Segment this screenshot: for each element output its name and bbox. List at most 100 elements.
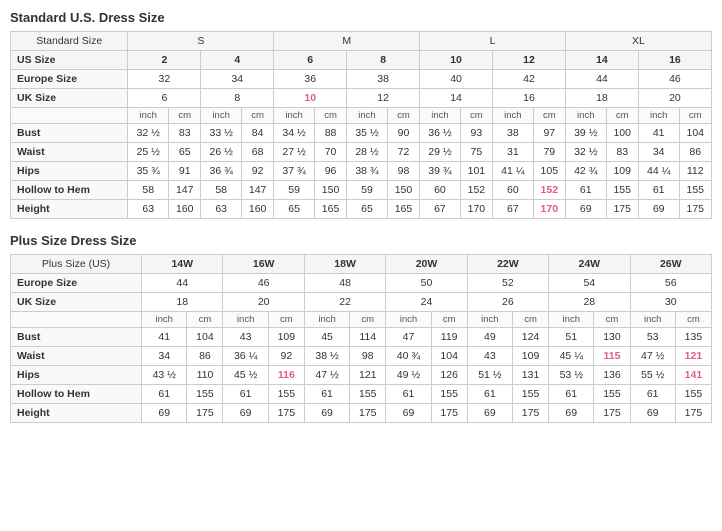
waist-val: 70 (314, 143, 346, 162)
waist-val: 83 (606, 143, 638, 162)
hollow-val: 152 (460, 181, 492, 200)
hollow-val: 147 (241, 181, 273, 200)
plus-size-val: 18W (304, 255, 385, 274)
plus-unit-label: inch (223, 312, 268, 328)
us-size-16: 16 (638, 51, 711, 70)
height-val: 160 (241, 200, 273, 219)
bust-val: 38 (493, 124, 534, 143)
europe-size-val: 34 (201, 70, 274, 89)
plus-waist-val: 36 ¼ (223, 347, 268, 366)
plus-uk-val: 26 (467, 293, 548, 312)
plus-bust-label: Bust (11, 328, 142, 347)
plus-height-val: 69 (630, 404, 675, 423)
plus-europe-val: 46 (223, 274, 304, 293)
uk-size-val: 8 (201, 89, 274, 108)
bust-val: 34 ½ (274, 124, 315, 143)
plus-unit-label: inch (142, 312, 187, 328)
europe-size-val: 46 (638, 70, 711, 89)
plus-size-val: 24W (549, 255, 630, 274)
bust-val: 90 (387, 124, 419, 143)
plus-size-val: 22W (467, 255, 548, 274)
plus-hollow-val: 61 (630, 385, 675, 404)
height-val: 175 (679, 200, 711, 219)
plus-bust-val: 51 (549, 328, 594, 347)
bust-val: 84 (241, 124, 273, 143)
hollow-val: 58 (201, 181, 242, 200)
plus-europe-val: 54 (549, 274, 630, 293)
plus-height-val: 69 (142, 404, 187, 423)
waist-val: 75 (460, 143, 492, 162)
hollow-val: 58 (128, 181, 169, 200)
plus-hips-val: 110 (187, 366, 223, 385)
plus-uk-val: 20 (223, 293, 304, 312)
plus-table: Plus Size (US)14W16W18W20W22W24W26W Euro… (10, 254, 712, 423)
plus-waist-label: Waist (11, 347, 142, 366)
plus-bust-val: 119 (431, 328, 467, 347)
height-val: 175 (606, 200, 638, 219)
hips-val: 41 ¼ (493, 162, 534, 181)
plus-size-val: 14W (142, 255, 223, 274)
height-val: 67 (493, 200, 534, 219)
standard-size-label: Standard Size (11, 32, 128, 51)
plus-waist-val: 121 (675, 347, 711, 366)
plus-bust-val: 104 (187, 328, 223, 347)
hollow-val: 60 (420, 181, 461, 200)
hollow-val: 152 (533, 181, 565, 200)
waist-val: 25 ½ (128, 143, 169, 162)
plus-hips-val: 121 (350, 366, 386, 385)
plus-height-val: 69 (467, 404, 512, 423)
plus-height-val: 175 (513, 404, 549, 423)
height-val: 160 (169, 200, 201, 219)
plus-height-val: 175 (268, 404, 304, 423)
plus-unit-label: inch (386, 312, 431, 328)
hips-val: 105 (533, 162, 565, 181)
hollow-val: 150 (387, 181, 419, 200)
bust-val: 36 ½ (420, 124, 461, 143)
us-size-10: 10 (420, 51, 493, 70)
uk-size-val: 20 (638, 89, 711, 108)
hips-val: 35 ¾ (128, 162, 169, 181)
waist-val: 65 (169, 143, 201, 162)
europe-size-val: 38 (347, 70, 420, 89)
unit-label: cm (533, 108, 565, 124)
plus-hips-val: 141 (675, 366, 711, 385)
plus-bust-val: 135 (675, 328, 711, 347)
plus-bust-val: 45 (304, 328, 349, 347)
hips-val: 39 ¾ (420, 162, 461, 181)
waist-val: 27 ½ (274, 143, 315, 162)
plus-waist-val: 47 ½ (630, 347, 675, 366)
plus-height-val: 175 (431, 404, 467, 423)
unit-label: cm (169, 108, 201, 124)
hips-val: 96 (314, 162, 346, 181)
plus-europe-val: 52 (467, 274, 548, 293)
uk-size-val: 12 (347, 89, 420, 108)
uk-size-val: 16 (493, 89, 566, 108)
uk-size-val: 14 (420, 89, 493, 108)
plus-hips-val: 47 ½ (304, 366, 349, 385)
plus-unit-label: inch (549, 312, 594, 328)
unit-label: cm (387, 108, 419, 124)
plus-size-val: 26W (630, 255, 712, 274)
bust-val: 104 (679, 124, 711, 143)
plus-unit-label: inch (467, 312, 512, 328)
plus-height-val: 175 (187, 404, 223, 423)
plus-waist-val: 92 (268, 347, 304, 366)
plus-bust-val: 47 (386, 328, 431, 347)
plus-hips-label: Hips (11, 366, 142, 385)
plus-unit-label: inch (630, 312, 675, 328)
plus-hollow-val: 61 (467, 385, 512, 404)
plus-size-label: Plus Size (US) (11, 255, 142, 274)
plus-europe-val: 56 (630, 274, 712, 293)
plus-unit-label: cm (675, 312, 711, 328)
standard-table: Standard Size S M L XL US Size2468101214… (10, 31, 712, 219)
plus-unit-label: cm (513, 312, 549, 328)
waist-val: 26 ½ (201, 143, 242, 162)
hips-label: Hips (11, 162, 128, 181)
waist-val: 86 (679, 143, 711, 162)
waist-val: 29 ½ (420, 143, 461, 162)
europe-size-val: 44 (565, 70, 638, 89)
plus-height-val: 69 (549, 404, 594, 423)
plus-units-empty (11, 312, 142, 328)
plus-hips-val: 126 (431, 366, 467, 385)
plus-unit-label: inch (304, 312, 349, 328)
